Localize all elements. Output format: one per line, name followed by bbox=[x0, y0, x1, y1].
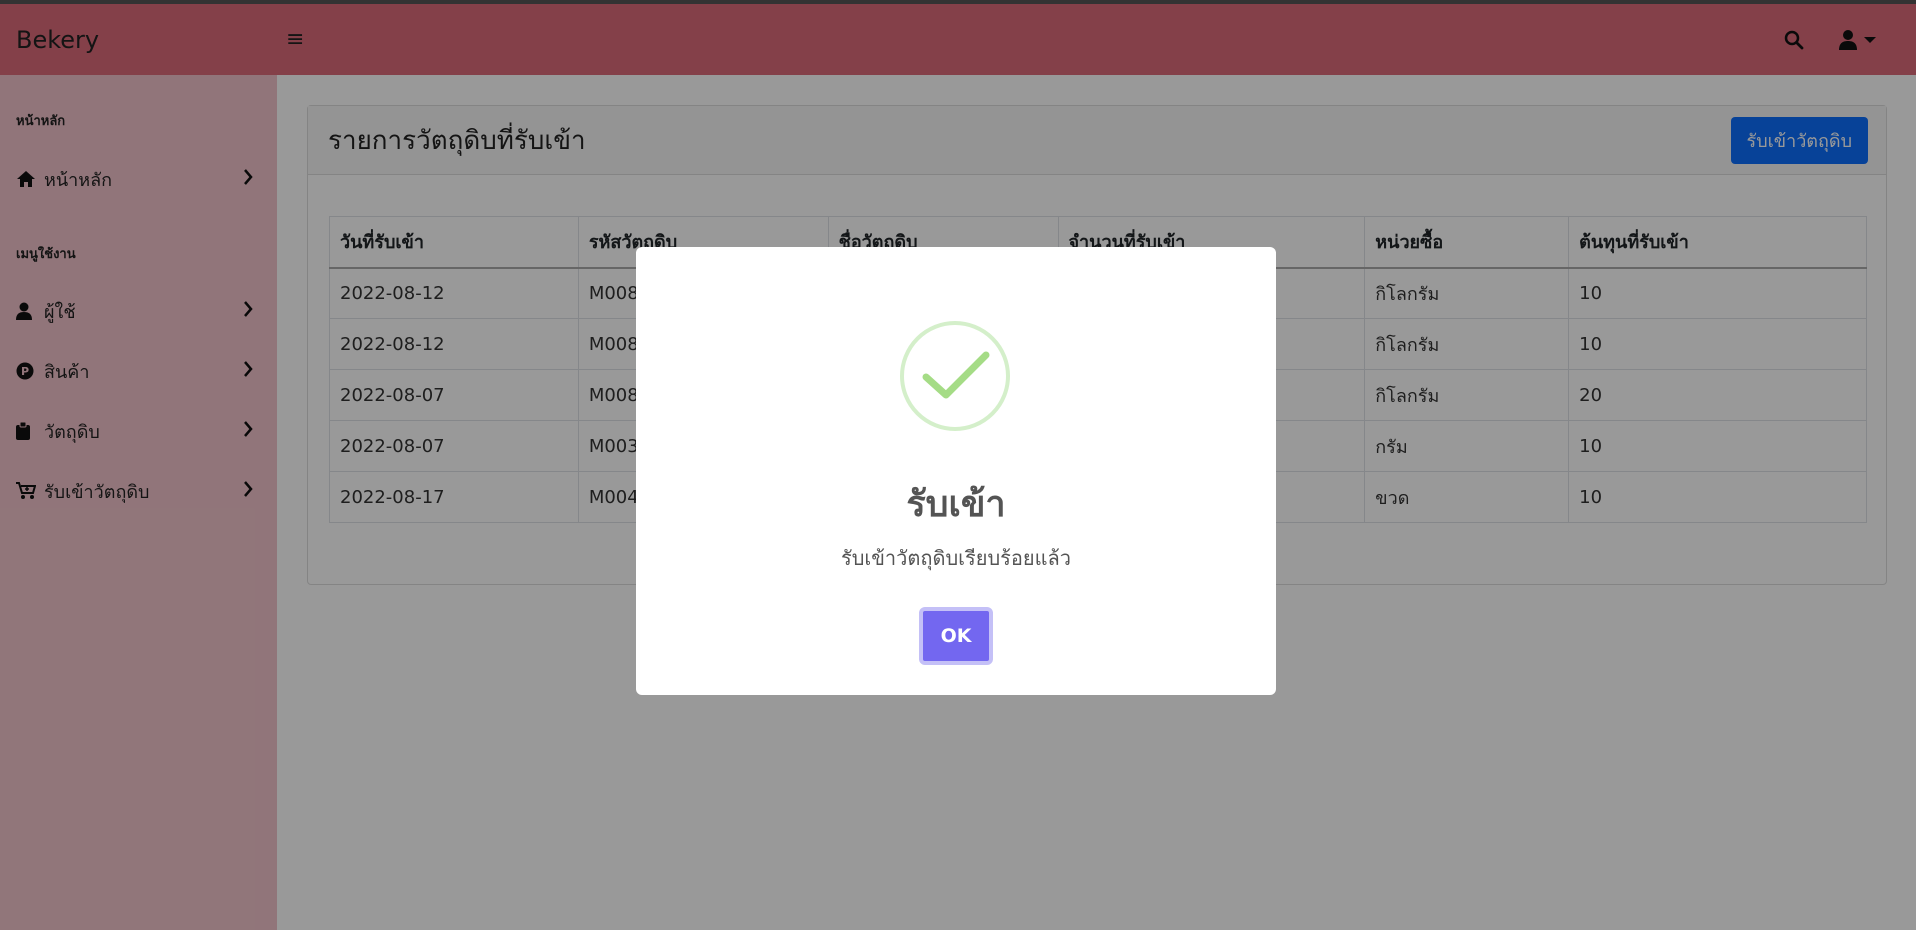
ok-button[interactable]: OK bbox=[919, 607, 993, 665]
success-check-icon bbox=[900, 321, 1010, 431]
success-dialog: รับเข้า รับเข้าวัตถุดิบเรียบร้อยแล้ว OK bbox=[636, 247, 1276, 695]
dialog-message: รับเข้าวัตถุดิบเรียบร้อยแล้ว bbox=[840, 546, 1072, 570]
dialog-title: รับเข้า bbox=[906, 484, 1006, 525]
